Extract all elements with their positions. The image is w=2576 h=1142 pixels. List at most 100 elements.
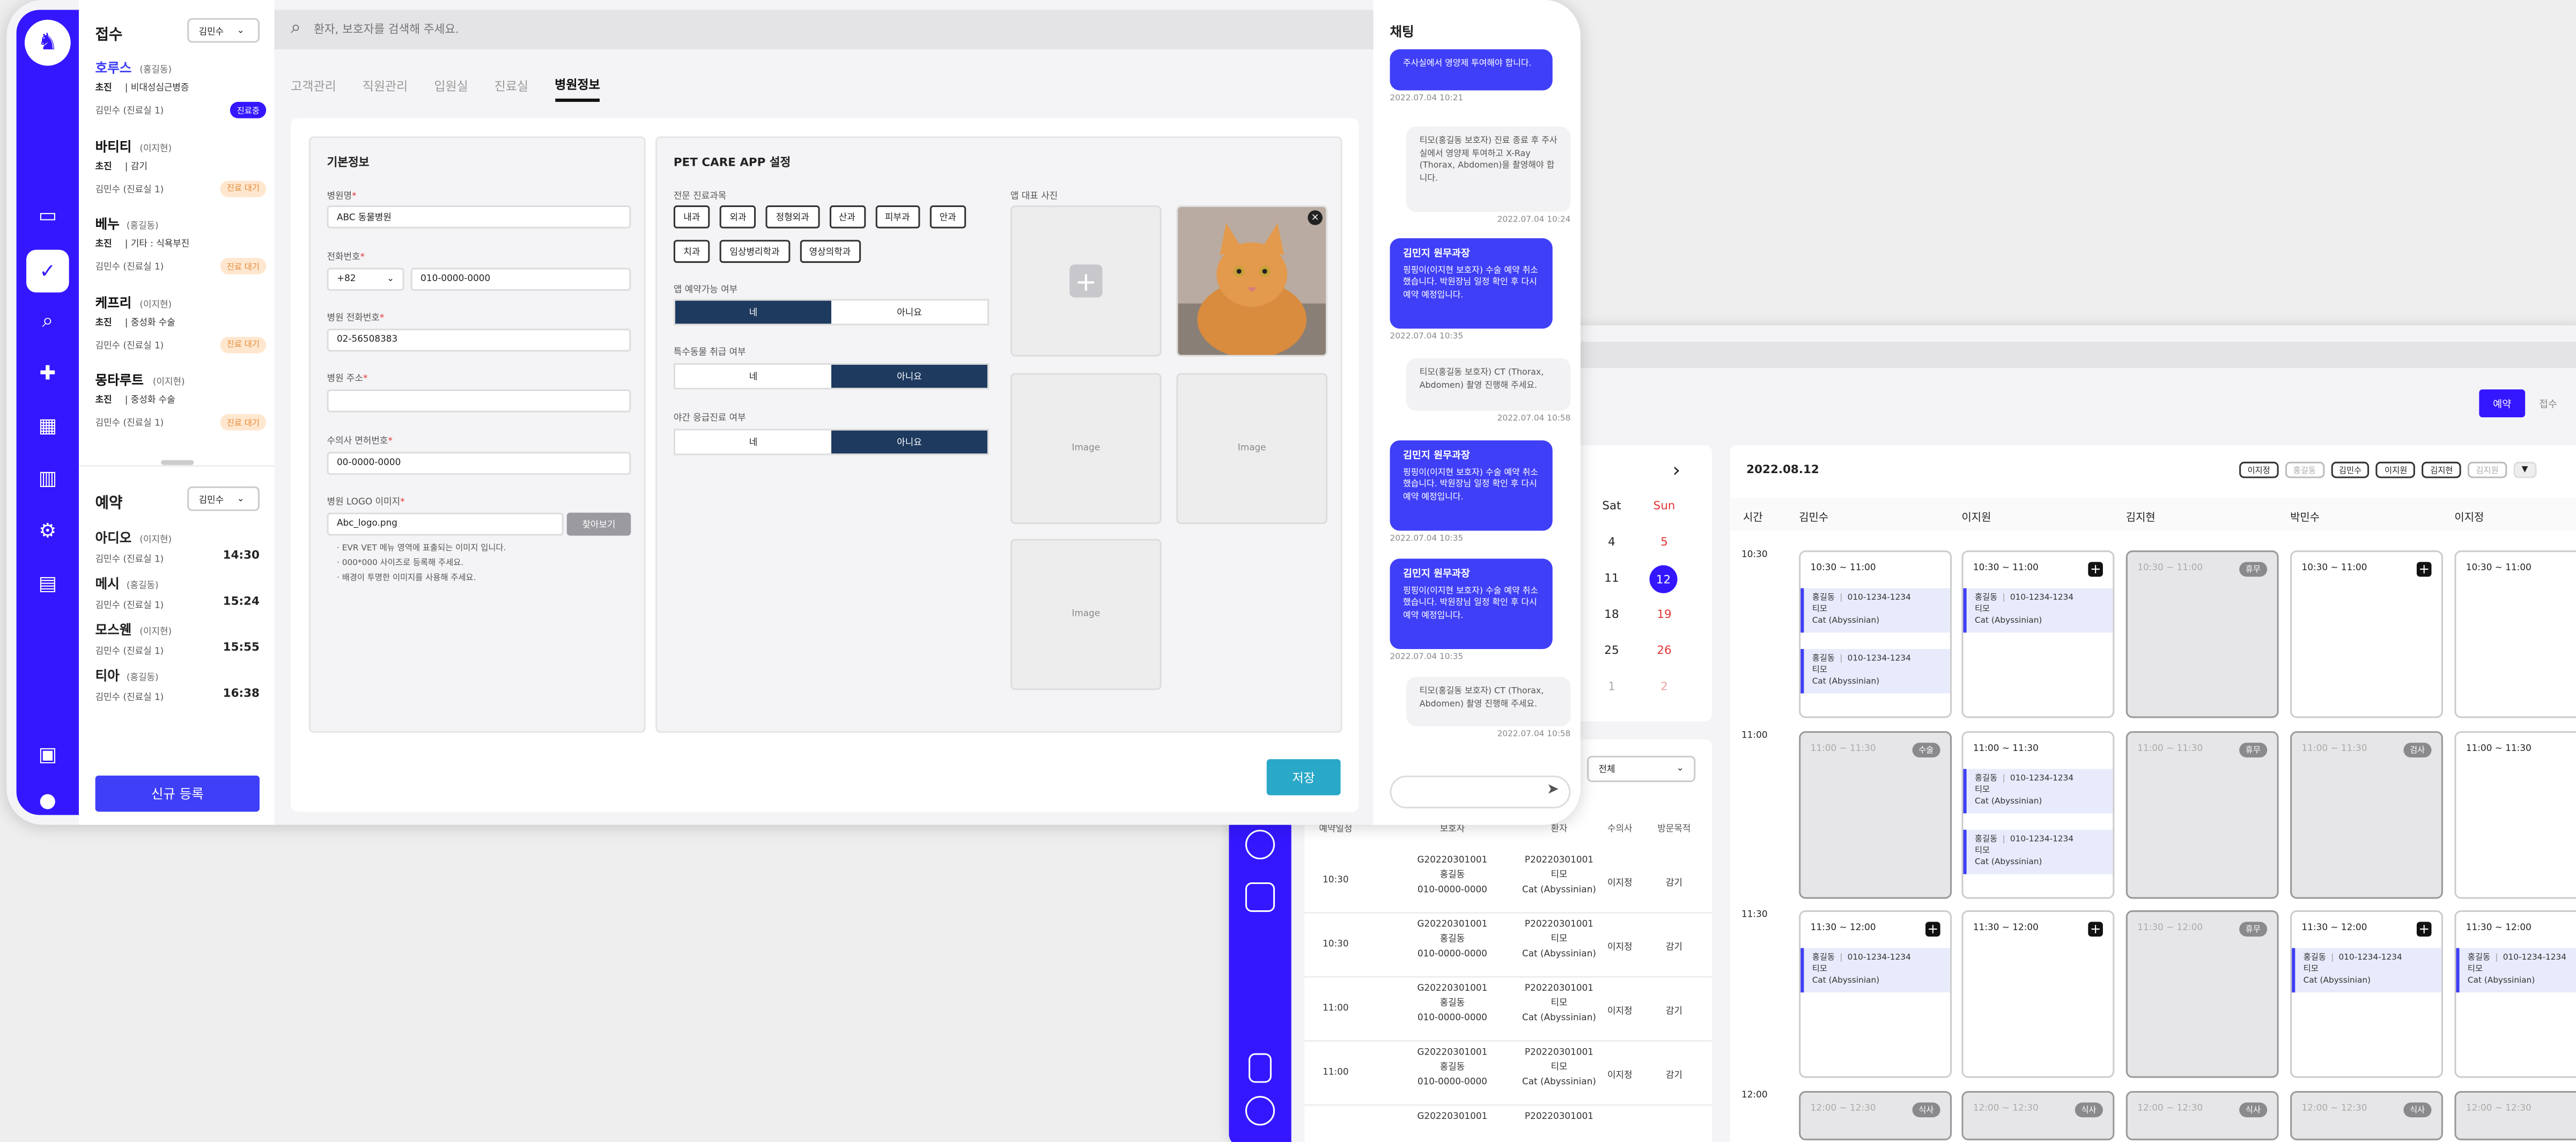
- specialty-chip[interactable]: 내과: [673, 205, 710, 229]
- schedule-slot[interactable]: 11:30 ~ 12:00 + 홍길동 | 010-1234-1234 티모 Cat (Ab…: [1799, 910, 1952, 1078]
- schedule-slot[interactable]: 10:30 ~ 11:00: [2454, 550, 2576, 718]
- tab-exam-room[interactable]: 진료실: [494, 76, 528, 94]
- filter-chip[interactable]: 이지원: [2376, 461, 2416, 478]
- reservation-staff-select[interactable]: 김민수 ⌄: [187, 486, 260, 511]
- tab-ward[interactable]: 입원실: [434, 76, 468, 94]
- tab-hospital-info[interactable]: 병원정보: [555, 76, 600, 102]
- wallet-icon[interactable]: [1249, 1053, 1272, 1083]
- hospital-name-field[interactable]: ABC 동물병원: [327, 205, 631, 229]
- drag-handle[interactable]: [161, 460, 194, 465]
- filter-chip[interactable]: 홍길동: [2285, 461, 2324, 478]
- cal-day[interactable]: 11: [1595, 572, 1628, 585]
- reception-item[interactable]: 호루스 (홍길동) 초진 | 비대성심근병증 김민수 (진료실 1) 진료중: [95, 59, 267, 131]
- wallet-icon[interactable]: ▣: [33, 739, 62, 769]
- cal-day[interactable]: 19: [1648, 608, 1680, 621]
- specialty-chip[interactable]: 영상의학과: [799, 240, 861, 263]
- appointment-card[interactable]: 홍길동 | 010-1234-1234 티모 Cat (Abyssinian): [2456, 948, 2576, 993]
- add-appointment-icon[interactable]: +: [2088, 562, 2103, 577]
- hospital-phone-field[interactable]: 02-56508383: [327, 328, 631, 352]
- next-month-arrow-icon[interactable]: ›: [1672, 459, 1680, 482]
- table-row[interactable]: 10:30 G20220301001 홍길동 010-0000-0000 P202203…: [1304, 915, 1712, 978]
- reception-item[interactable]: 바티티 (이지현) 초진 | 감기 김민수 (진료실 1) 진료 대기: [95, 137, 267, 210]
- appointment-card[interactable]: 홍길동 | 010-1234-1234 티모 Cat (Abyssinian): [1963, 769, 2113, 814]
- schedule-slot[interactable]: 11:00 ~ 11:30 수술: [1799, 731, 1952, 899]
- appointment-card[interactable]: 홍길동 | 010-1234-1234 티모 Cat (Abyssinian): [1800, 588, 1951, 633]
- table-row[interactable]: G20220301001 P20220301001: [1304, 1108, 1712, 1142]
- license-field[interactable]: 00-0000-0000: [327, 452, 631, 475]
- table-row[interactable]: 11:00 G20220301001 홍길동 010-0000-0000 P202203…: [1304, 979, 1712, 1042]
- document-icon[interactable]: [1245, 882, 1275, 912]
- schedule-slot[interactable]: 12:00 ~ 12:30 식사: [1799, 1091, 1952, 1140]
- schedule-slot[interactable]: 11:30 ~ 12:00 +: [1961, 910, 2115, 1078]
- add-appointment-icon[interactable]: +: [2416, 562, 2432, 577]
- schedule-slot[interactable]: 11:00 ~ 11:30 홍길동 | 010-1234-1234 티모 Cat (Aby…: [1961, 731, 2115, 899]
- country-code-select[interactable]: +82 ⌄: [327, 268, 404, 291]
- specialty-chip[interactable]: 안과: [929, 205, 966, 229]
- cal-day[interactable]: 26: [1648, 644, 1680, 658]
- address-field[interactable]: [327, 389, 631, 412]
- cal-day[interactable]: 4: [1595, 536, 1628, 549]
- tab-staff[interactable]: 직원관리: [363, 76, 408, 94]
- clipboard-check-icon[interactable]: ✓: [26, 249, 69, 293]
- table-row[interactable]: 11:00 G20220301001 홍길동 010-0000-0000 P202203…: [1304, 1043, 1712, 1106]
- schedule-slot[interactable]: 10:30 ~ 11:00 휴무: [2125, 550, 2279, 718]
- settings-icon[interactable]: [1245, 829, 1275, 860]
- filter-chip[interactable]: 이지정: [2239, 461, 2279, 478]
- schedule-slot[interactable]: 11:30 ~ 12:00 홍길동 | 010-1234-1234 티모 Cat (Aby…: [2454, 910, 2576, 1078]
- cal-day[interactable]: 18: [1595, 608, 1628, 621]
- schedule-slot[interactable]: 12:00 ~ 12:30 식사: [2125, 1091, 2279, 1140]
- reception-item[interactable]: 베누 (홍길동) 초진 | 기타 : 식욕부진 김민수 (진료실 1) 진료 대기: [95, 215, 267, 288]
- cal-day[interactable]: 5: [1648, 536, 1680, 549]
- reservation-item[interactable]: 티아 (홍길동) 김민수 (진료실 1) 16:38: [95, 667, 260, 707]
- medical-cross-icon[interactable]: ✚: [33, 358, 62, 388]
- appointment-card[interactable]: 홍길동 | 010-1234-1234 티모 Cat (Abyssinian): [1963, 588, 2113, 633]
- add-photo-icon[interactable]: +: [1069, 264, 1103, 298]
- image-slot[interactable]: Image: [1010, 539, 1162, 690]
- specialty-chip[interactable]: 산과: [829, 205, 866, 229]
- night-no[interactable]: 아니요: [831, 430, 987, 454]
- cal-day[interactable]: 2: [1648, 680, 1680, 694]
- profile-icon[interactable]: [1245, 1096, 1275, 1126]
- filter-chip[interactable]: 김지원: [2468, 461, 2507, 478]
- search-record-icon[interactable]: ⌕: [33, 306, 62, 335]
- appointment-card[interactable]: 홍길동 | 010-1234-1234 티모 Cat (Abyssinian): [1963, 829, 2113, 874]
- chat-input[interactable]: ➤: [1390, 775, 1571, 809]
- reception-item[interactable]: 케프리 (이지현) 초진 | 중성화 수술 김민수 (진료실 1) 진료 대기: [95, 293, 267, 366]
- schedule-slot[interactable]: 11:30 ~ 12:00 + 홍길동 | 010-1234-1234 티모 Cat (Ab…: [2290, 910, 2443, 1078]
- filter-chip[interactable]: 김민수: [2330, 461, 2370, 478]
- reservation-item[interactable]: 아디오 (이지현) 김민수 (진료실 1) 14:30: [95, 529, 260, 569]
- image-slot[interactable]: Image: [1010, 373, 1162, 525]
- appointment-card[interactable]: 홍길동 | 010-1234-1234 티모 Cat (Abyssinian): [1800, 948, 1951, 993]
- new-registration-button[interactable]: 신규 등록: [95, 775, 260, 812]
- list-filter-select[interactable]: 전체 ⌄: [1587, 756, 1696, 783]
- browse-button[interactable]: 찾아보기: [566, 512, 631, 536]
- specialty-chip[interactable]: 임상병리학과: [720, 240, 789, 263]
- schedule-slot[interactable]: 10:30 ~ 11:00 + 홍길동 | 010-1234-1234 티모 Cat (Ab…: [1961, 550, 2115, 718]
- phone-field[interactable]: 010-0000-0000: [410, 268, 631, 291]
- night-yes[interactable]: 네: [675, 430, 831, 454]
- schedule-slot[interactable]: 11:00 ~ 11:30 검사: [2290, 731, 2443, 899]
- schedule-slot[interactable]: 12:00 ~ 12:30 식사: [1961, 1091, 2115, 1140]
- schedule-slot[interactable]: 12:00 ~ 12:30: [2454, 1091, 2576, 1140]
- reservation-item[interactable]: 메시 (홍길동) 김민수 (진료실 1) 15:24: [95, 575, 260, 615]
- filter-funnel-icon[interactable]: ▼: [2513, 461, 2536, 478]
- schedule-slot[interactable]: 11:00 ~ 11:30: [2454, 731, 2576, 899]
- booking-no[interactable]: 아니요: [831, 300, 987, 324]
- monitor-icon[interactable]: ▭: [33, 201, 62, 230]
- exotic-yes[interactable]: 네: [675, 365, 831, 388]
- profile-icon[interactable]: ●: [33, 785, 62, 815]
- schedule-slot[interactable]: 10:30 ~ 11:00 홍길동 | 010-1234-1234 티모 Cat (Aby…: [1799, 550, 1952, 718]
- exotic-no[interactable]: 아니요: [831, 365, 987, 388]
- add-appointment-icon[interactable]: +: [2416, 922, 2432, 937]
- specialty-chip[interactable]: 외과: [720, 205, 756, 229]
- appointment-card[interactable]: 홍길동 | 010-1234-1234 티모 Cat (Abyssinian): [1800, 649, 1951, 694]
- toggle-reservation[interactable]: 예약: [2479, 389, 2526, 418]
- calendar-icon[interactable]: ▦: [33, 411, 62, 440]
- schedule-slot[interactable]: 11:00 ~ 11:30 휴무: [2125, 731, 2279, 899]
- photo-upload-slot[interactable]: +: [1010, 205, 1162, 357]
- remove-photo-icon[interactable]: ×: [1308, 210, 1323, 225]
- image-slot[interactable]: Image: [1176, 373, 1328, 525]
- filter-chip[interactable]: 김지현: [2422, 461, 2461, 478]
- logo-file-field[interactable]: Abc_logo.png: [327, 512, 564, 536]
- schedule-slot[interactable]: 12:00 ~ 12:30 식사: [2290, 1091, 2443, 1140]
